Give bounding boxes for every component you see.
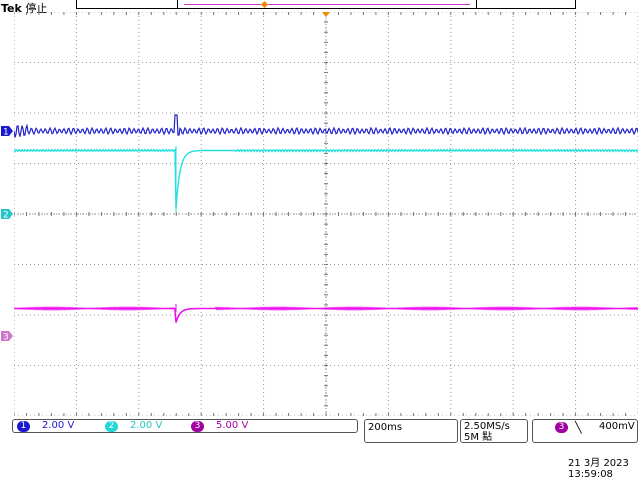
ch3-scale-readout[interactable]: 3 5.00 V <box>191 420 248 432</box>
ch2-badge: 2 <box>105 421 118 432</box>
trigger-source-badge: 3 <box>555 422 568 433</box>
ch2-ground-marker[interactable]: 2 <box>1 209 13 221</box>
ch3-ground-marker[interactable]: 3 <box>1 331 13 343</box>
ch1-scale: 2.00 V <box>42 420 75 431</box>
record-length: 5M 點 <box>464 432 493 443</box>
svg-text:2: 2 <box>3 211 9 221</box>
ch2-scale: 2.00 V <box>130 420 163 431</box>
trigger-level: 400mV <box>599 421 635 432</box>
sample-rate: 2.50MS/s <box>464 421 510 432</box>
graticule <box>14 12 638 416</box>
trigger-slope-icon: ╲ <box>575 421 582 434</box>
acquisition-readout[interactable]: 2.50MS/s 5M 點 <box>460 419 528 443</box>
timebase-readout[interactable]: 200ms <box>364 419 458 443</box>
trigger-readout[interactable]: 3 ╲ 400mV <box>532 419 638 443</box>
ch1-ground-marker[interactable]: 1 <box>1 126 13 138</box>
date-time-readout: 21 3月 2023 13:59:08 <box>568 458 640 480</box>
timebase-scale: 200ms <box>368 422 403 433</box>
waveform-display <box>14 12 638 416</box>
ch1-badge: 1 <box>17 421 30 432</box>
channel-scale-bar: 1 2.00 V 2 2.00 V 3 5.00 V <box>12 419 358 433</box>
ch2-trace <box>14 148 638 209</box>
ch3-badge: 3 <box>191 421 204 432</box>
trigger-time-marker <box>322 12 330 17</box>
ch3-scale: 5.00 V <box>216 420 249 431</box>
svg-text:3: 3 <box>3 333 9 343</box>
ch2-scale-readout[interactable]: 2 2.00 V <box>105 420 162 432</box>
date-label: 21 3月 2023 <box>568 458 629 469</box>
record-view-window[interactable] <box>177 0 477 9</box>
channel-markers: 1 2 3 <box>1 126 13 343</box>
ch1-scale-readout[interactable]: 1 2.00 V <box>17 420 74 432</box>
svg-text:1: 1 <box>3 128 9 138</box>
time-label: 13:59:08 <box>568 469 613 480</box>
